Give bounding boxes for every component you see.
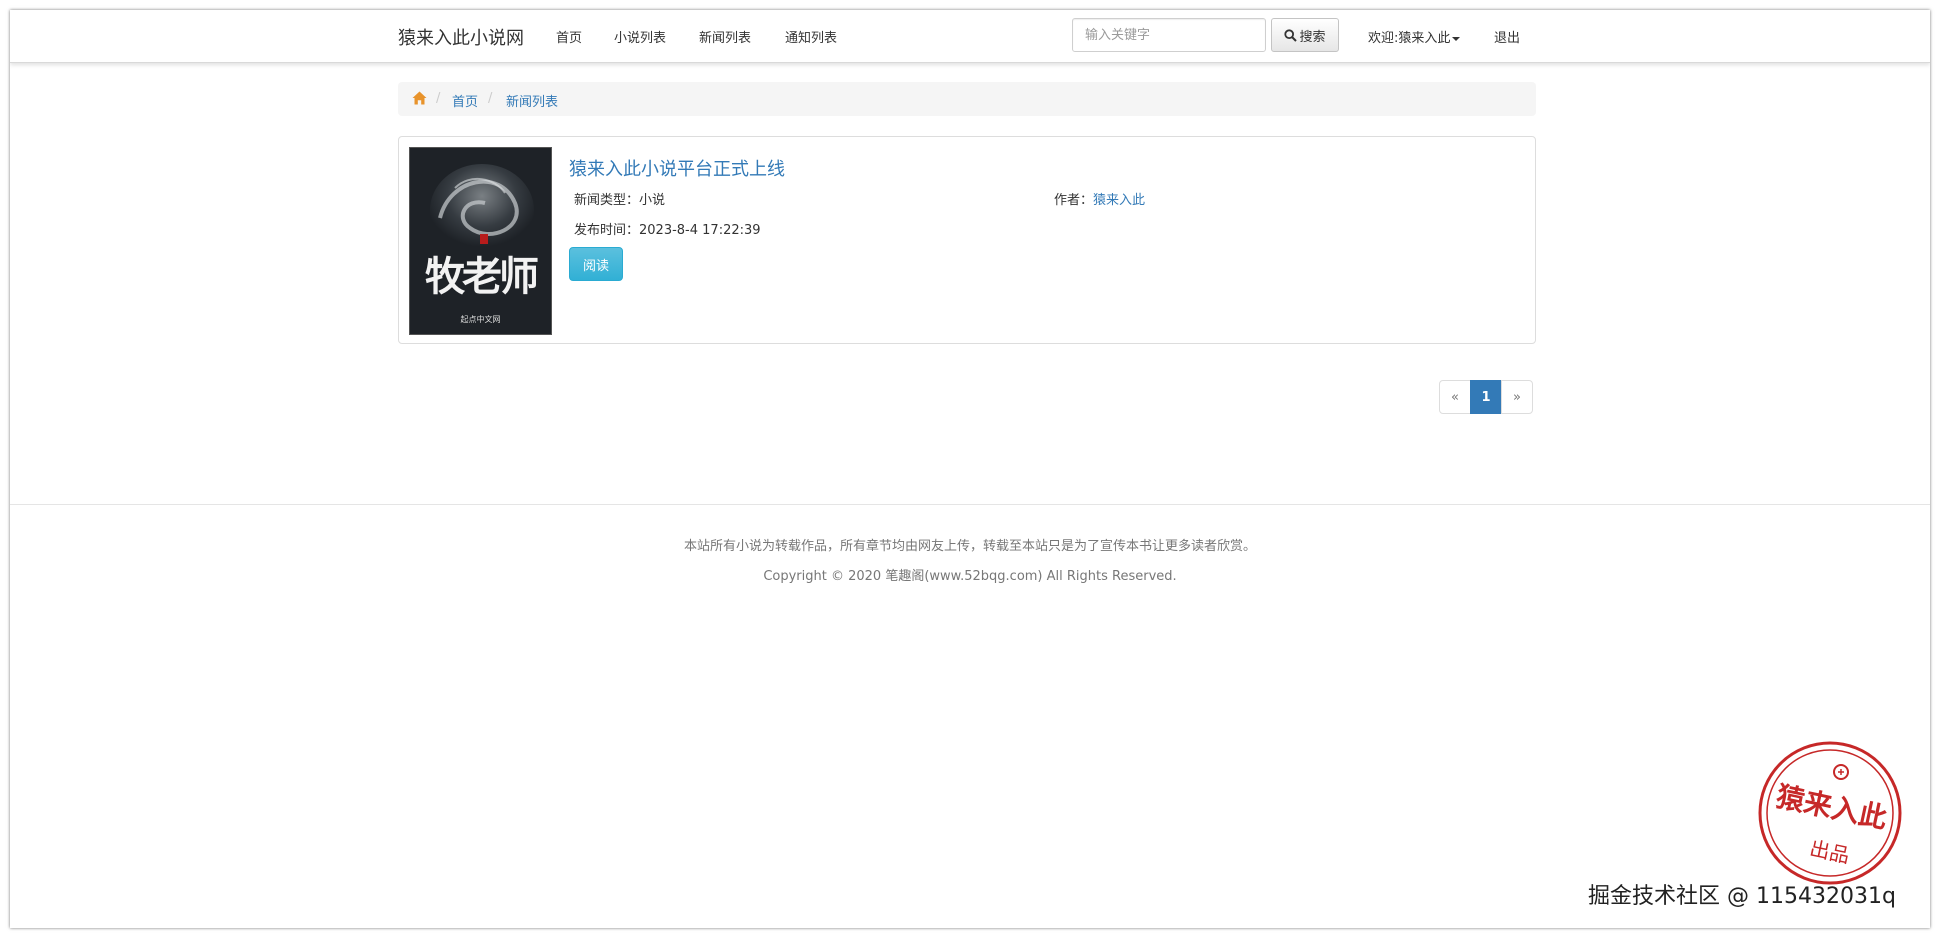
page-prev-button[interactable]: « <box>1439 380 1471 414</box>
news-cover-image[interactable]: 牧老师 起点中文网 <box>409 147 552 335</box>
nav-novel-list[interactable]: 小说列表 <box>614 27 666 46</box>
news-time-value: 2023-8-4 17:22:39 <box>639 223 761 238</box>
search-button[interactable]: 搜索 <box>1271 18 1339 52</box>
news-author: 作者：猿来入此 <box>1054 189 1145 208</box>
footer-copyright: Copyright © 2020 笔趣阁(www.52bqg.com) All … <box>763 569 1177 584</box>
search-icon <box>1284 28 1298 42</box>
news-type-value: 小说 <box>639 193 666 208</box>
publisher-stamp: 猿来入此 出品 <box>1755 738 1905 888</box>
breadcrumb: / 首页 / 新闻列表 <box>398 82 1536 116</box>
breadcrumb-news-list[interactable]: 新闻列表 <box>506 91 558 110</box>
news-title-link[interactable]: 猿来入此小说平台正式上线 <box>569 155 785 181</box>
footer-disclaimer: 本站所有小说为转载作品，所有章节均由网友上传，转载至本站只是为了宣传本书让更多读… <box>683 539 1256 554</box>
logout-link[interactable]: 退出 <box>1494 27 1520 46</box>
watermark-text: 掘金技术社区 @ 115432031q <box>1588 884 1896 909</box>
page-number-current[interactable]: 1 <box>1470 380 1502 414</box>
breadcrumb-separator: / <box>436 91 441 106</box>
read-button[interactable]: 阅读 <box>569 247 623 281</box>
breadcrumb-home[interactable]: 首页 <box>452 91 478 110</box>
search-button-label: 搜索 <box>1299 29 1326 45</box>
news-item: 牧老师 起点中文网 猿来入此小说平台正式上线 新闻类型：小说 作者：猿来入此 发… <box>398 136 1536 344</box>
news-type-label: 新闻类型： <box>574 193 640 208</box>
news-time: 发布时间：2023-8-4 17:22:39 <box>574 219 761 238</box>
page-next-button[interactable]: » <box>1501 380 1533 414</box>
nav-home[interactable]: 首页 <box>556 27 582 46</box>
cover-title: 牧老师 <box>425 253 539 300</box>
nav-news-list[interactable]: 新闻列表 <box>699 27 751 46</box>
breadcrumb-separator: / <box>488 91 493 106</box>
top-navbar: 猿来入此小说网 首页 小说列表 新闻列表 通知列表 搜索 欢迎:猿来入此 退出 <box>10 10 1930 63</box>
nav-notice-list[interactable]: 通知列表 <box>785 27 837 46</box>
pagination: « 1 » <box>1439 380 1533 414</box>
news-type: 新闻类型：小说 <box>574 189 665 208</box>
welcome-text: 欢迎:猿来入此 <box>1368 31 1451 46</box>
site-brand[interactable]: 猿来入此小说网 <box>398 24 524 50</box>
footer: 本站所有小说为转载作品，所有章节均由网友上传，转载至本站只是为了宣传本书让更多读… <box>10 504 1930 625</box>
user-dropdown[interactable]: 欢迎:猿来入此 <box>1368 27 1461 46</box>
news-time-label: 发布时间： <box>574 223 640 238</box>
news-author-link[interactable]: 猿来入此 <box>1093 193 1145 208</box>
home-icon[interactable] <box>412 91 427 109</box>
search-input[interactable] <box>1072 18 1266 52</box>
cover-publisher: 起点中文网 <box>460 315 501 324</box>
page-frame: 猿来入此小说网 首页 小说列表 新闻列表 通知列表 搜索 欢迎:猿来入此 退出 … <box>10 10 1930 928</box>
news-author-label: 作者： <box>1054 193 1094 208</box>
caret-down-icon <box>1452 36 1461 41</box>
